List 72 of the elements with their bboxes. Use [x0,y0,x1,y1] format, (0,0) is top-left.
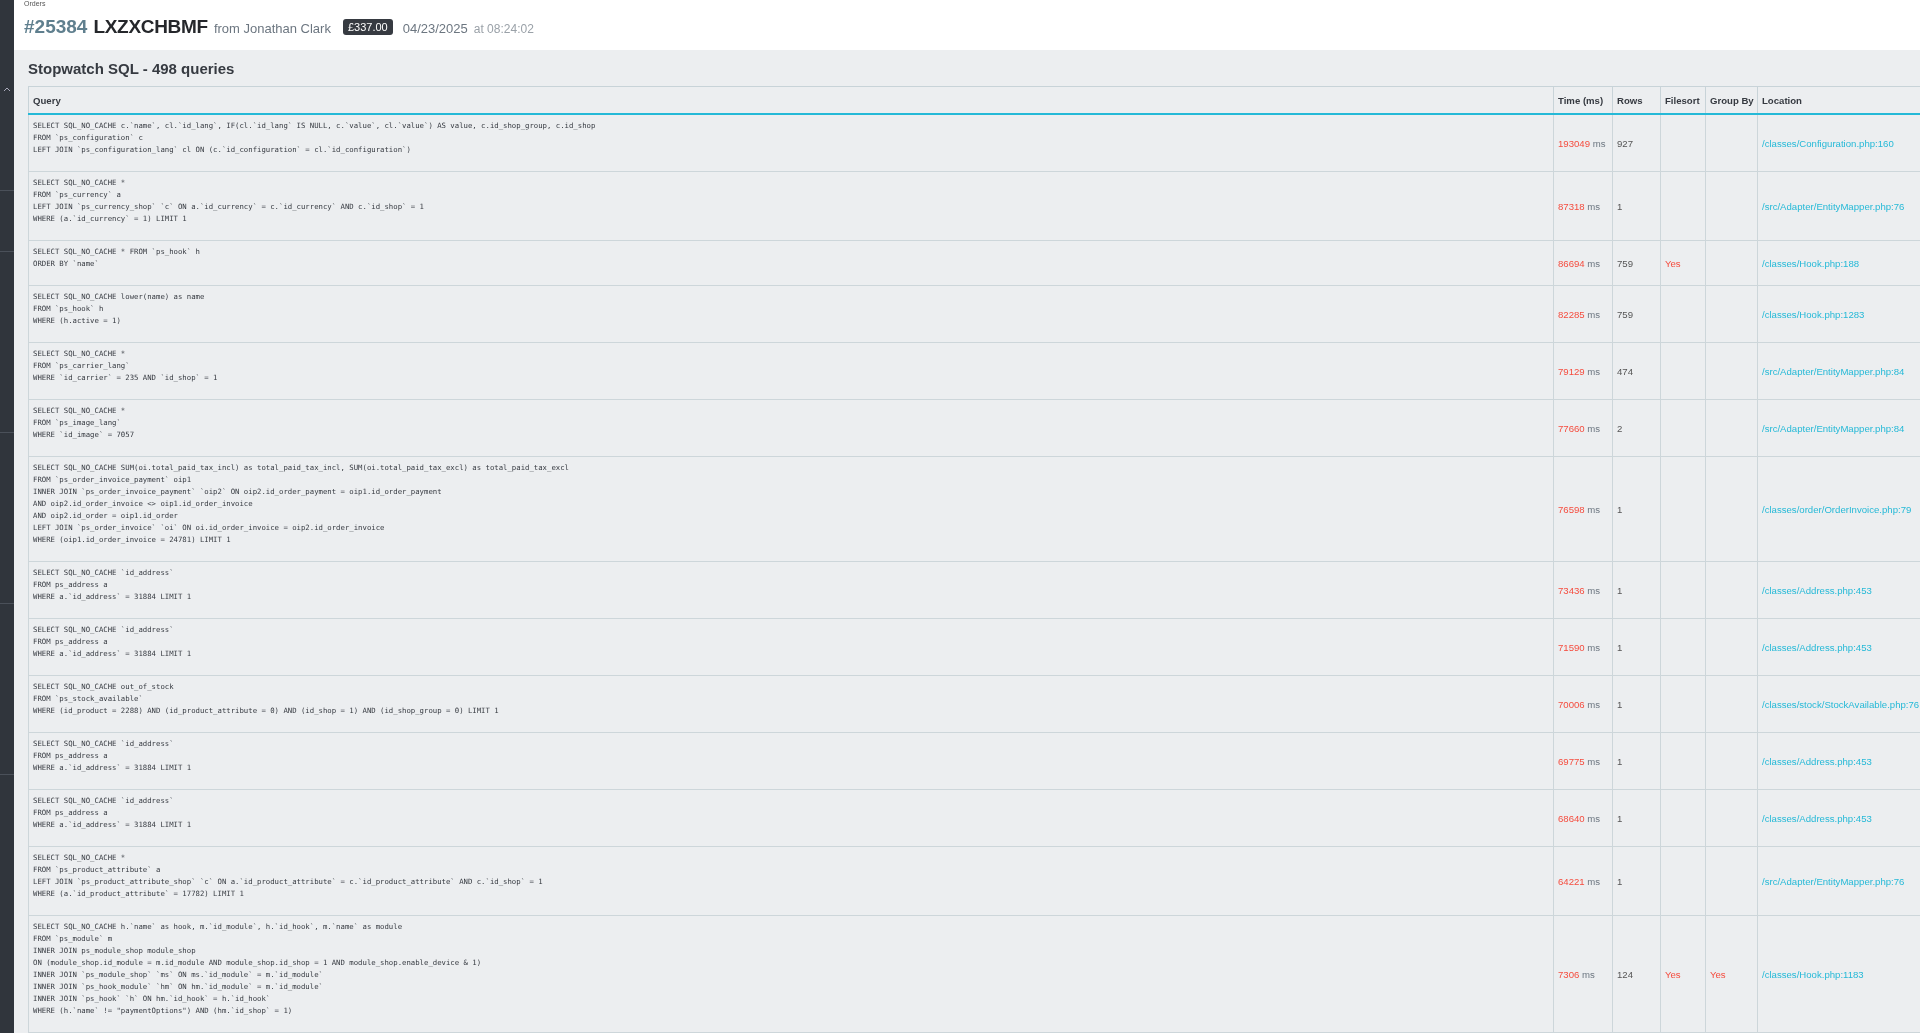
row-count: 474 [1617,365,1633,377]
filesort-label: Yes [1665,257,1681,269]
location-link[interactable]: /classes/Hook.php:1283 [1762,308,1865,320]
row-count: 1 [1617,755,1623,767]
row-count: 124 [1617,968,1633,980]
location-link[interactable]: /classes/Address.php:453 [1762,584,1872,596]
time-unit: ms [1587,365,1601,377]
row-count: 1 [1617,200,1623,212]
row-count: 2 [1617,422,1623,434]
column-header: Group By [1705,86,1758,114]
time-value: 79129 [1558,365,1585,377]
group-by-label: Yes [1710,968,1726,980]
time-unit: ms [1587,875,1601,887]
chevron-up-icon[interactable] [3,86,11,92]
time-value: 193049 [1558,137,1590,149]
filesort-label: Yes [1665,968,1681,980]
column-header: Rows [1612,86,1661,114]
row-count: 1 [1617,698,1623,710]
time-unit: ms [1587,584,1601,596]
time-value: 69775 [1558,755,1585,767]
time-value: 7306 [1558,968,1580,980]
row-count: 1 [1617,584,1623,596]
time-unit: ms [1587,422,1601,434]
total-badge: £337.00 [342,19,393,35]
location-link[interactable]: /src/Adapter/EntityMapper.php:84 [1762,422,1905,434]
row-count: 759 [1617,308,1633,320]
time-unit: ms [1582,968,1595,980]
time-value: 71590 [1558,641,1585,653]
time-value: 64221 [1558,875,1585,887]
order-reference: LXZXCHBMF [93,16,208,38]
time-unit: ms [1587,755,1601,767]
time-unit: ms [1587,698,1601,710]
time-unit: ms [1587,503,1601,515]
time-value: 77660 [1558,422,1585,434]
row-count: 759 [1617,257,1633,269]
time-unit: ms [1587,641,1601,653]
time-value: 87318 [1558,200,1585,212]
row-count: 927 [1617,137,1633,149]
order-date: 04/23/2025 [402,21,468,36]
location-link[interactable]: /classes/Hook.php:1183 [1762,968,1864,980]
row-count: 1 [1617,812,1623,824]
section-title: Stopwatch SQL - 498 queries [28,60,236,78]
order-time: at 08:24:02 [473,22,534,36]
row-count: 1 [1617,503,1623,515]
location-link[interactable]: /src/Adapter/EntityMapper.php:76 [1762,200,1905,212]
time-unit: ms [1592,137,1606,149]
location-link[interactable]: /classes/Address.php:453 [1762,812,1872,824]
time-unit: ms [1587,200,1601,212]
time-unit: ms [1587,308,1601,320]
order-number: #25384 [24,16,88,38]
location-link[interactable]: /classes/Address.php:453 [1762,641,1872,653]
location-link[interactable]: /classes/Address.php:453 [1762,755,1872,767]
column-header: Query [28,86,1554,114]
location-link[interactable]: /src/Adapter/EntityMapper.php:76 [1762,875,1905,887]
column-header: Time (ms) [1553,86,1613,114]
column-header: Filesort [1660,86,1706,114]
location-link[interactable]: /classes/Hook.php:188 [1762,257,1860,269]
location-link[interactable]: /classes/Configuration.php:160 [1762,137,1894,149]
time-value: 68640 [1558,812,1585,824]
row-count: 1 [1617,875,1623,887]
time-value: 70006 [1558,698,1585,710]
row-count: 1 [1617,641,1623,653]
location-link[interactable]: /src/Adapter/EntityMapper.php:84 [1762,365,1905,377]
time-value: 76598 [1558,503,1585,515]
time-unit: ms [1587,257,1601,269]
time-value: 73436 [1558,584,1585,596]
time-value: 86694 [1558,257,1585,269]
customer-name: from Jonathan Clark [213,21,331,36]
column-header: Location [1757,86,1920,114]
location-link[interactable]: /classes/order/OrderInvoice.php:79 [1762,503,1912,515]
time-value: 82285 [1558,308,1585,320]
time-unit: ms [1587,812,1601,824]
